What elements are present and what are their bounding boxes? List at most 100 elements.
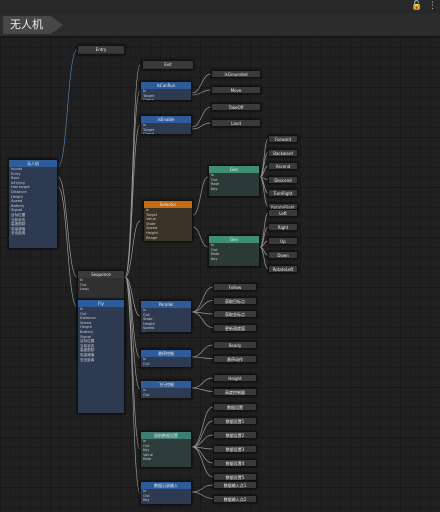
wire-climb-action <box>191 387 214 392</box>
node-title: Height <box>214 375 256 381</box>
node-act-hover-0[interactable]: Ready <box>213 341 257 349</box>
node-title: Move <box>212 87 260 93</box>
lock-icon[interactable]: 🔓 <box>411 1 422 11</box>
node-title: 数据设置4 <box>214 460 256 466</box>
node-move-bot-1[interactable]: Right <box>268 223 298 231</box>
wire-trunk <box>124 124 141 278</box>
node-act-climb-0[interactable]: Height <box>213 374 257 382</box>
node-act-parallel-1[interactable]: 获取目标点 <box>213 296 257 305</box>
node-act-scan-4[interactable]: 数据设置4 <box>213 459 257 467</box>
node-climb[interactable]: 飞行控制InOutValue <box>140 380 192 399</box>
node-root[interactable]: 无人机 Inputs Entry Root IsFlying Has target Dist… <box>8 159 58 249</box>
node-gen_bot[interactable]: Gen In Out Rate Key <box>208 235 260 267</box>
node-act-record-1[interactable]: 数据输入点2 <box>213 494 257 503</box>
node-parallel[interactable]: ParallelInOutStateHeightSpeedRangeCheck <box>140 300 192 333</box>
node-title: 飞行控制 <box>141 381 191 388</box>
node-leaf_b1[interactable]: TakeOff <box>211 103 261 111</box>
node-act-parallel-0[interactable]: Follow <box>213 283 257 291</box>
node-port-label: Value <box>141 366 191 367</box>
wire-trunk <box>124 276 141 390</box>
node-act-scan-0[interactable]: 数据设置 <box>213 403 257 411</box>
node-move-bot-0[interactable]: Left <box>268 209 298 217</box>
wire-hover-action <box>191 344 214 358</box>
node-port-label: Range <box>143 330 155 333</box>
node-move-bot-3[interactable]: Down <box>268 251 298 259</box>
node-title: Gen <box>209 166 259 173</box>
node-title: 获取坐标点 <box>214 311 256 317</box>
node-act-scan-5[interactable]: 数据设置5 <box>213 473 257 481</box>
node-exit[interactable]: Exit <box>142 60 194 70</box>
node-title: 数据设置2 <box>214 432 256 438</box>
breadcrumb[interactable]: 无人机 <box>3 16 63 34</box>
node-port-label: Rate <box>143 457 152 462</box>
node-port-label: Range <box>146 235 158 240</box>
node-title: Parallel <box>141 301 191 308</box>
node-act-climb-1[interactable]: 高度控制器 <box>213 387 257 396</box>
node-port-label: Key <box>143 498 150 503</box>
node-title: Backward <box>269 149 297 156</box>
node-selector[interactable]: Selector In Target Value State Speed Height Ran… <box>143 200 193 242</box>
wire-parallel-action <box>191 311 214 328</box>
node-title: Sequence <box>78 271 124 278</box>
node-title: Right <box>269 224 297 230</box>
node-title: Down <box>269 252 297 258</box>
node-title: 高度控制器 <box>214 388 256 395</box>
title-bar: 🔓 ⋮ <box>0 0 440 14</box>
node-act-scan-1[interactable]: 数据设置1 <box>213 417 257 425</box>
node-leaf_a1[interactable]: IsGrounded <box>211 70 261 78</box>
wire-record-action <box>191 484 214 493</box>
node-title: Descend <box>269 176 297 183</box>
node-title: Land <box>212 120 260 126</box>
node-act-scan-3[interactable]: 数据设置3 <box>213 445 257 453</box>
node-port-label: 安全距离 <box>11 231 26 236</box>
node-record[interactable]: 数据记录输入 In Out Key <box>140 481 192 505</box>
node-move-top-4[interactable]: TurnRight <box>268 189 298 197</box>
node-title: 数据输入点1 <box>214 482 256 488</box>
node-title: Fly <box>78 300 124 307</box>
node-fly[interactable]: Fly In Out Distance Speed Height Battery Signal… <box>77 299 125 414</box>
node-move-top-1[interactable]: Backward <box>268 148 298 157</box>
node-title: Forward <box>269 136 297 142</box>
wire <box>191 106 212 128</box>
node-port-label: Key <box>211 186 218 191</box>
node-hover[interactable]: 悬停控制InOutValue <box>140 349 192 368</box>
node-port-label: Check <box>143 98 155 101</box>
node-act-parallel-2[interactable]: 获取坐标点 <box>213 310 257 318</box>
node-port-label: Loop <box>80 287 89 292</box>
node-title: 无人机 <box>9 160 57 167</box>
node-act-parallel-3[interactable]: 更新速度值 <box>213 323 257 332</box>
node-move-top-3[interactable]: Descend <box>268 175 298 184</box>
wire-trunk <box>124 276 141 450</box>
node-title: Ready <box>214 342 256 348</box>
node-check_a[interactable]: IsCanRun In Target Check <box>140 81 192 101</box>
node-title: Up <box>269 238 297 244</box>
wire-scan-action <box>191 446 214 478</box>
node-move-bot-4[interactable]: RotateLeft <box>268 265 298 273</box>
node-title: IsEnable <box>141 116 191 123</box>
node-leaf_b2[interactable]: Land <box>211 119 261 127</box>
node-title: 数据设置 <box>214 404 256 410</box>
wire-root-entry <box>57 49 78 168</box>
node-act-scan-2[interactable]: 数据设置2 <box>213 431 257 439</box>
node-title: IsGrounded <box>212 71 260 77</box>
node-move-bot-2[interactable]: Up <box>268 237 298 245</box>
node-gen_top[interactable]: Gen In Out Rate Key <box>208 165 260 197</box>
node-title: 悬停动作 <box>214 355 256 362</box>
wire-root-fly <box>57 186 78 308</box>
node-title: Selector <box>144 201 192 208</box>
node-act-hover-1[interactable]: 悬停动作 <box>213 354 257 363</box>
node-check_b[interactable]: IsEnable In Target Check <box>140 115 192 135</box>
node-entry[interactable]: Entry <box>77 45 125 55</box>
node-move-top-0[interactable]: Forward <box>268 135 298 143</box>
more-vertical-icon[interactable]: ⋮ <box>428 1 437 11</box>
node-title: 数据设置5 <box>214 474 256 480</box>
wire-gen-move <box>259 176 269 207</box>
wire-scan-action <box>191 420 214 448</box>
node-scan[interactable]: 巡航数据设置 In Out Key Value Rate <box>140 431 192 468</box>
node-title: 数据设置1 <box>214 418 256 424</box>
node-act-record-0[interactable]: 数据输入点1 <box>213 481 257 489</box>
node-port-label: 安全距离 <box>80 357 95 362</box>
graph-canvas[interactable]: Entry 无人机 Inputs Entry Root IsFlying Has targe… <box>0 37 440 512</box>
node-move-top-2[interactable]: Ascend <box>268 162 298 170</box>
node-leaf_a2[interactable]: Move <box>211 86 261 94</box>
